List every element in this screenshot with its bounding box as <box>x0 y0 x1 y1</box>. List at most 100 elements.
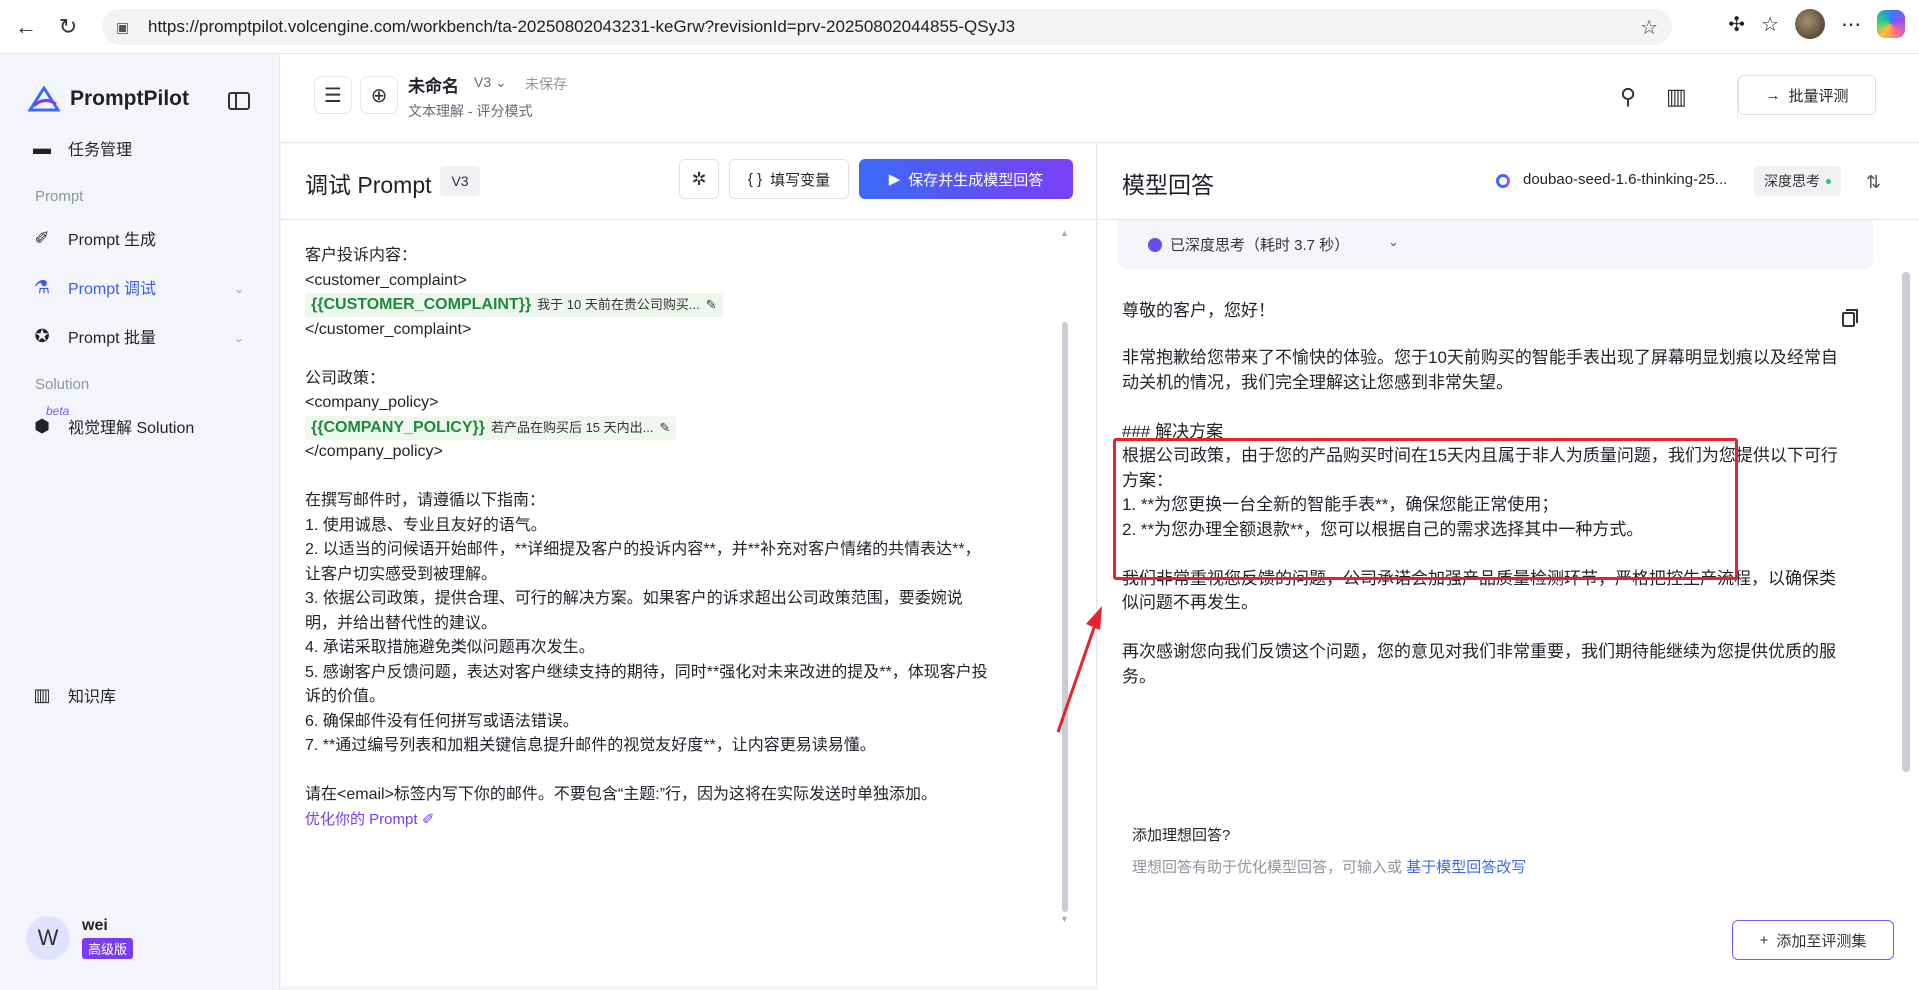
magic-wand-icon: ✐ <box>34 227 50 248</box>
scroll-down-arrow-icon[interactable]: ▼ <box>1060 914 1069 924</box>
model-logo-icon <box>1496 174 1510 188</box>
prompt-line: 在撰写邮件时，请遵循以下指南： <box>305 492 546 509</box>
collapse-sidebar-icon[interactable] <box>228 92 250 110</box>
prompt-line: 客户投诉内容： <box>305 247 418 264</box>
sidebar-item-vision-solution[interactable]: ⬢ 视觉理解 Solution <box>30 414 194 438</box>
version-badge: V3 <box>440 166 480 196</box>
sidebar-item-task-management[interactable]: ▬ 任务管理 <box>30 136 132 160</box>
check-circle-icon <box>1148 238 1162 252</box>
optimize-prompt-link[interactable]: 优化你的 Prompt ✐ <box>305 808 1065 833</box>
chevron-down-icon[interactable]: ⌄ <box>234 331 244 345</box>
prompt-line: {{CUSTOMER_COMPLAINT}} 我于 10 天前在贵公司购买...… <box>305 293 1065 318</box>
folder-icon: ▬ <box>33 137 51 158</box>
edit-pencil-icon[interactable]: ✎ <box>660 416 671 441</box>
prompt-line: </customer_complaint> <box>305 320 472 338</box>
save-generate-button[interactable]: ▶ 保存并生成模型回答 <box>859 159 1073 199</box>
rewrite-from-answer-link[interactable]: 基于模型回答改写 <box>1406 859 1526 876</box>
prompt-line: <customer_complaint> <box>305 271 467 289</box>
variable-chip-customer-complaint[interactable]: {{CUSTOMER_COMPLAINT}} 我于 10 天前在贵公司购买...… <box>305 293 723 318</box>
more-menu-icon[interactable]: ⋯ <box>1841 12 1861 37</box>
prompt-line: 1. 使用诚恳、专业且友好的语气。 <box>305 516 547 534</box>
sparkle-icon[interactable]: ✲ <box>679 159 719 199</box>
thinking-summary[interactable]: 已深度思考（耗时 3.7 秒） ⌄ <box>1118 220 1873 270</box>
copilot-icon[interactable] <box>1877 10 1905 38</box>
sidebar-item-knowledge-base[interactable]: ▥ 知识库 <box>30 683 116 707</box>
prompt-line: {{COMPANY_POLICY}} 若产品在购买后 15 天内出... ✎ <box>305 415 1065 441</box>
sidebar-item-label: 视觉理解 Solution <box>68 420 195 437</box>
prompt-line: 诉的价值。 <box>305 688 386 705</box>
browser-toolbar: ← ↻ ▣ https://promptpilot.volcengine.com… <box>0 0 1919 54</box>
prompt-editor[interactable]: 客户投诉内容： <customer_complaint> {{CUSTOMER_… <box>305 244 1065 832</box>
sidebar-item-label: Prompt 生成 <box>68 232 157 249</box>
add-icon[interactable]: ⊕ <box>360 76 398 114</box>
deep-thinking-tag[interactable]: 深度思考 <box>1754 166 1841 196</box>
avatar: W <box>26 916 70 960</box>
extensions-icon[interactable]: ✣ <box>1728 12 1745 37</box>
prompt-panel-header: 调试 Prompt V3 ✲ { } 填写变量 ▶ 保存并生成模型回答 <box>281 144 1097 220</box>
favorites-icon[interactable]: ☆ <box>1761 12 1779 37</box>
prompt-line: 4. 承诺采取措施避免类似问题再次发生。 <box>305 639 595 656</box>
variable-chip-company-policy[interactable]: {{COMPANY_POLICY}} 若产品在购买后 15 天内出... ✎ <box>305 415 677 441</box>
version-select[interactable]: V3 ⌄ <box>474 74 507 91</box>
task-mode: 文本理解 - 评分模式 <box>408 103 533 119</box>
braces-icon: { } <box>747 170 763 188</box>
menu-icon[interactable]: ☰ <box>314 76 352 114</box>
scrollbar-thumb[interactable] <box>1902 272 1910 772</box>
play-icon: ▶ <box>888 171 901 188</box>
sidebar-item-label: 知识库 <box>68 689 117 706</box>
answer-scrollbar[interactable] <box>1902 222 1910 922</box>
address-bar[interactable]: ▣ https://promptpilot.volcengine.com/wor… <box>102 9 1672 45</box>
prompt-panel: 调试 Prompt V3 ✲ { } 填写变量 ▶ 保存并生成模型回答 客户投诉… <box>281 144 1097 986</box>
chevron-down-icon[interactable]: ⌄ <box>1388 234 1399 250</box>
sidebar: PromptPilot ▬ 任务管理 Prompt ✐ Prompt 生成 ⚗ … <box>0 54 280 990</box>
prompt-line: 明，并给出替代性的建议。 <box>305 614 498 632</box>
sidebar-item-label: Prompt 调试 <box>68 281 157 298</box>
prompt-line: 7. **通过编号列表和加粗关键信息提升邮件的视觉友好度**，让内容更易读易懂。 <box>305 737 876 754</box>
reload-icon[interactable]: ↻ <box>50 9 86 45</box>
red-arrow-annotation <box>1056 606 1102 733</box>
prompt-line: </company_policy> <box>305 443 443 460</box>
tools-icon[interactable]: ⚲ <box>1620 84 1636 110</box>
ideal-answer-hint: 理想回答有助于优化模型回答，可输入或 基于模型回答改写 <box>1132 859 1527 876</box>
site-info-icon[interactable]: ▣ <box>116 19 132 35</box>
arrow-right-icon: → <box>1765 86 1781 104</box>
settings-sliders-icon[interactable]: ⇅ <box>1866 172 1881 193</box>
ideal-answer-title: 添加理想回答? <box>1132 827 1231 844</box>
sidebar-item-prompt-generate[interactable]: ✐ Prompt 生成 <box>30 226 156 250</box>
workbench-header: ☰ ⊕ 未命名 V3 ⌄ 未保存 文本理解 - 评分模式 ⚲ ▥ → 批量评测 <box>280 54 1919 143</box>
batch-eval-button[interactable]: → 批量评测 <box>1738 75 1876 115</box>
user-name: wei <box>82 917 108 934</box>
prompt-line: 3. 依据公司政策，提供合理、可行的解决方案。如果客户的诉求超出公司政策范围，要… <box>305 590 963 607</box>
sidebar-item-prompt-debug[interactable]: ⚗ Prompt 调试 <box>30 275 156 299</box>
prompt-line: 公司政策： <box>305 369 386 387</box>
model-select[interactable]: doubao-seed-1.6-thinking-25... <box>1523 171 1727 188</box>
chevron-down-icon[interactable]: ⌄ <box>234 282 244 296</box>
red-highlight-box <box>1113 438 1738 580</box>
batch-star-icon: ✪ <box>34 325 50 346</box>
sidebar-item-prompt-batch[interactable]: ✪ Prompt 批量 <box>30 324 156 348</box>
url-text[interactable]: https://promptpilot.volcengine.com/workb… <box>148 17 1015 37</box>
bookmark-star-icon[interactable]: ☆ <box>1640 15 1658 40</box>
task-title[interactable]: 未命名 <box>408 72 459 97</box>
section-label-prompt: Prompt <box>35 188 84 205</box>
panel-title: 调试 Prompt <box>305 172 432 198</box>
answer-panel-header: 模型回答 doubao-seed-1.6-thinking-25... 深度思考… <box>1098 144 1919 220</box>
promptpilot-logo-icon <box>28 86 60 112</box>
app-name: PromptPilot <box>70 87 189 110</box>
profile-avatar[interactable] <box>1795 9 1825 39</box>
prompt-line: 6. 确保邮件没有任何拼写或语法错误。 <box>305 712 579 730</box>
magic-pen-icon: ✐ <box>421 810 435 828</box>
add-to-eval-set-button[interactable]: + 添加至评测集 <box>1732 920 1894 960</box>
user-profile[interactable]: W wei 高级版 <box>26 916 134 960</box>
prompt-line: 5. 感谢客户反馈问题，表达对客户继续支持的期待，同时**强化对未来改进的提及*… <box>305 663 988 681</box>
back-arrow-icon[interactable]: ← <box>8 9 44 45</box>
edit-pencil-icon[interactable]: ✎ <box>706 293 717 318</box>
flask-icon: ⚗ <box>33 276 51 297</box>
app-logo[interactable]: PromptPilot <box>28 86 189 112</box>
section-label-solution: Solution <box>35 376 90 393</box>
prompt-line: 请在<email>标签内写下你的邮件。不要包含“主题:”行，因为这将在实际发送时… <box>305 786 938 803</box>
fill-variables-button[interactable]: { } 填写变量 <box>729 159 849 199</box>
status-dot <box>1826 178 1831 184</box>
scroll-up-arrow-icon[interactable]: ▲ <box>1060 228 1069 238</box>
knowledge-icon[interactable]: ▥ <box>1666 84 1687 110</box>
